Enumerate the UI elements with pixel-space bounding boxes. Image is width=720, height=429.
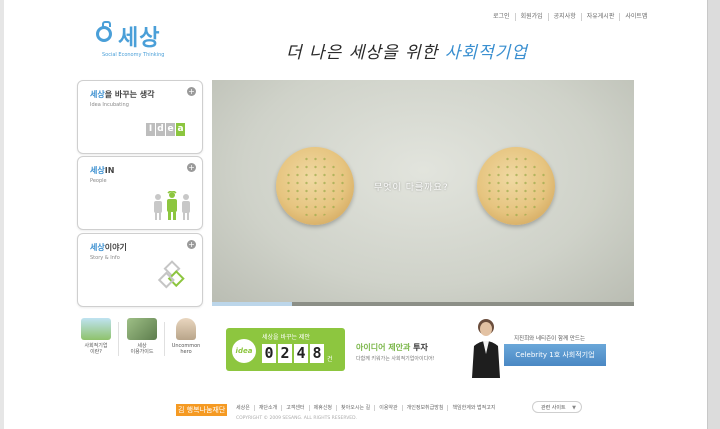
sidebox-people-title-rest: IN <box>104 166 115 175</box>
idea-info-title[interactable]: 아이디어 제안과 투자 <box>356 342 428 353</box>
sidebox-people-title-blue: 세상 <box>90 166 105 175</box>
sitemap-link[interactable]: 사이트맵 <box>619 13 652 21</box>
idea-block-letter: e <box>166 123 175 136</box>
video-progress-fill <box>212 302 293 306</box>
footer-link[interactable]: 세상은 <box>232 405 254 411</box>
window-scrollbar[interactable] <box>707 0 720 429</box>
video-progress-bar[interactable] <box>212 302 634 306</box>
counter-digits: 0 2 4 8 <box>262 344 324 363</box>
sidebox-people-subtitle: People <box>90 178 107 184</box>
footer-links: 세상은 재단소개 고객센터 제휴신청 찾아오시는 길 이용약관 개인정보취급방침… <box>232 405 499 411</box>
cookie-image <box>477 147 555 225</box>
sidebox-people[interactable]: 세상IN People + <box>77 156 203 230</box>
footer-link[interactable]: 재단소개 <box>253 405 281 411</box>
sidebox-story-subtitle: Story & Info <box>90 255 120 261</box>
sidebox-idea-title-rest: 을 바꾸는 생각 <box>104 90 155 99</box>
copyright: COPYRIGHT © 2009 SESANG. ALL RIGHTS RESE… <box>236 416 358 421</box>
divider <box>118 322 119 356</box>
sidebox-story[interactable]: 세상이야기 Story & Info + <box>77 233 203 307</box>
sidebox-people-title: 세상IN <box>90 165 114 176</box>
celebrity-intro: 지진희와 네티즌이 함께 만드는 <box>514 336 586 342</box>
idea-block-letter: a <box>176 123 185 136</box>
plus-icon[interactable]: + <box>187 240 196 249</box>
quick-link-label: Uncommon hero <box>171 343 201 355</box>
slogan-accent: 사회적기업 <box>444 43 528 63</box>
chevron-down-icon: ▼ <box>572 405 576 411</box>
slogan: 더 나은 세상을 위한 사회적기업 <box>286 38 528 63</box>
sidebox-story-title-rest: 이야기 <box>104 243 127 252</box>
quick-link-guide[interactable]: 세상 이용가이드 <box>122 318 162 355</box>
idea-block-letter: I <box>146 123 155 136</box>
footer-link[interactable]: 책임한계와 법적고지 <box>447 405 499 411</box>
board-link[interactable]: 자유게시판 <box>580 13 620 21</box>
plus-icon[interactable]: + <box>187 87 196 96</box>
story-icon <box>152 260 192 300</box>
sidebox-idea-title: 세상을 바꾸는 생각 <box>90 89 154 100</box>
idea-counter[interactable]: 세상을 바꾸는 제안 idea 0 2 4 8 건 <box>226 328 345 371</box>
top-links: 로그인 회원가입 공지사항 자유게시판 사이트맵 <box>488 13 652 21</box>
related-site-select[interactable]: 관련 사이트 ▼ <box>532 401 582 413</box>
counter-digit: 8 <box>310 344 324 363</box>
logo-mark-icon <box>96 21 112 42</box>
counter-digit: 2 <box>278 344 292 363</box>
video-caption: 무엇이 다를까요? <box>374 183 449 193</box>
footer-link[interactable]: 개인정보취급방침 <box>401 405 448 411</box>
counter-label: 세상을 바꾸는 제안 <box>262 334 310 341</box>
quick-link-label: 세상 이용가이드 <box>130 343 154 355</box>
logo-subtitle: Social Economy Thinking <box>102 52 165 58</box>
related-site-select-label: 관련 사이트 <box>541 405 566 411</box>
celebrity-banner[interactable]: 지진희와 네티즌이 함께 만드는 Celebrity 1호 사회적기업 <box>468 314 606 378</box>
sidebox-story-title: 세상이야기 <box>90 242 127 253</box>
window-left-edge <box>0 0 4 429</box>
video-player[interactable]: 무엇이 다를까요? <box>212 80 634 306</box>
person-icon <box>176 318 196 340</box>
footer-link[interactable]: 제휴신청 <box>308 405 336 411</box>
login-link[interactable]: 로그인 <box>488 13 515 21</box>
counter-digit: 0 <box>262 344 276 363</box>
sidebox-idea-subtitle: Idea Incubating <box>90 102 129 108</box>
counter-digit: 4 <box>294 344 308 363</box>
sidebox-idea-title-blue: 세상 <box>90 90 105 99</box>
plus-icon[interactable]: + <box>187 163 196 172</box>
sidebox-story-title-blue: 세상 <box>90 243 105 252</box>
celebrity-banner-label: Celebrity 1호 사회적기업 <box>504 344 606 366</box>
logo-text: 세상 <box>118 26 161 51</box>
idea-info-title-green: 아이디어 제안과 <box>356 343 414 352</box>
sidebox-idea[interactable]: 세상을 바꾸는 생각 Idea Incubating + I d e a <box>77 80 203 154</box>
quick-link-social-enterprise[interactable]: 사회적기업 이란? <box>76 318 116 355</box>
idea-badge: idea <box>232 339 256 363</box>
celebrity-photo <box>472 319 500 378</box>
cookie-image <box>276 147 354 225</box>
counter-unit: 건 <box>327 356 333 363</box>
notice-link[interactable]: 공지사항 <box>547 13 581 21</box>
landscape-icon <box>81 318 111 340</box>
slogan-prefix: 더 나은 세상을 위한 <box>286 43 445 63</box>
footer-link[interactable]: 이용약관 <box>374 405 401 411</box>
people-icon <box>154 191 190 220</box>
idea-info-subtitle: 다함께 키워가는 사회적기업아이디어! <box>356 356 435 362</box>
idea-info-title-dark: 투자 <box>413 343 428 352</box>
signup-link[interactable]: 회원가입 <box>514 13 548 21</box>
idea-block-letter: d <box>156 123 165 136</box>
book-icon <box>127 318 157 340</box>
footer-link[interactable]: 찾아오시는 길 <box>336 405 374 411</box>
quick-link-label: 사회적기업 이란? <box>84 343 108 355</box>
divider <box>164 322 165 356</box>
footer-logo[interactable]: 김 행복나눔재단 <box>176 404 228 416</box>
idea-blocks-image: I d e a <box>146 123 185 136</box>
quick-link-hero[interactable]: Uncommon hero <box>166 318 206 355</box>
footer-link[interactable]: 고객센터 <box>281 405 308 411</box>
